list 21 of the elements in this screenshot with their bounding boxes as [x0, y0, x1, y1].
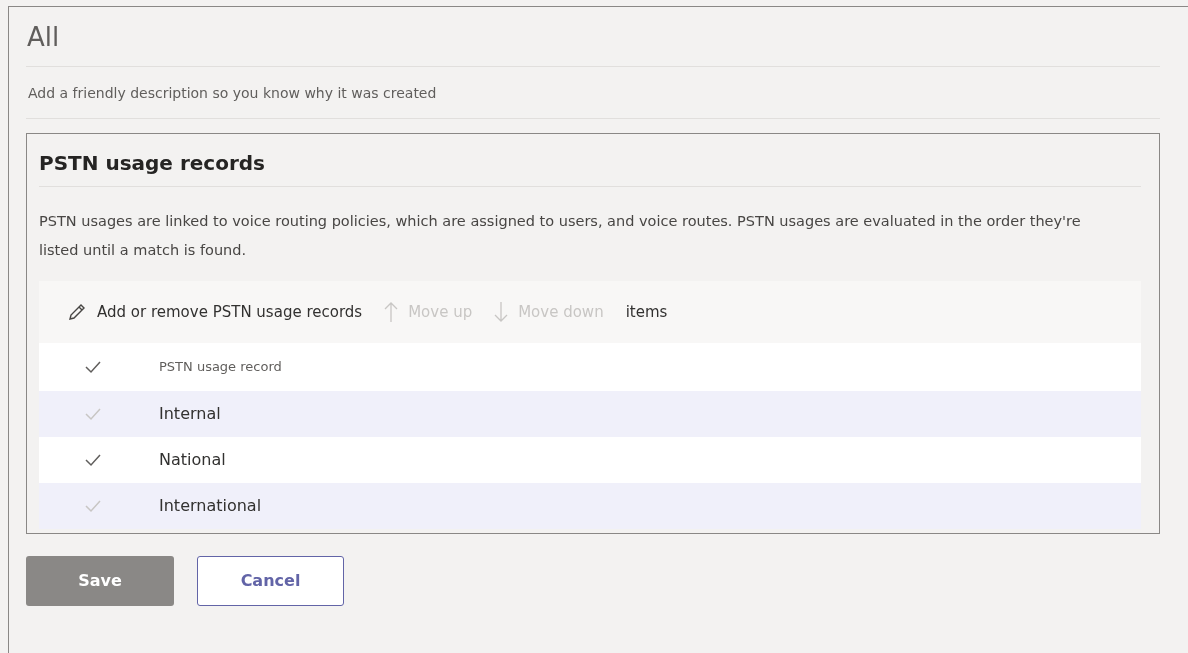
column-header: PSTN usage record: [159, 358, 282, 377]
pencil-icon: [67, 302, 87, 322]
edit-records-button[interactable]: Add or remove PSTN usage records: [67, 300, 363, 324]
items-label: items: [625, 301, 668, 323]
checkmark-icon: [84, 360, 102, 374]
table-cell-text: International: [159, 495, 262, 517]
arrow-up-icon: [384, 301, 399, 323]
section-title: PSTN usage records: [39, 148, 1141, 187]
table-cell-text: Internal: [159, 403, 221, 425]
description-field[interactable]: Add a friendly description so you know why it was created: [26, 67, 1160, 119]
section-description: PSTN usages are linked to voice routing policies, which are assigned to users, and voice routes. PSTN usages are evaluated in the order they're listed until a match is found.: [39, 212, 1082, 260]
table-row[interactable]: National: [39, 437, 1141, 483]
cancel-button[interactable]: Cancel: [197, 556, 344, 606]
checkmark-icon: [84, 407, 102, 421]
checkmark-icon: [84, 453, 102, 467]
table-row[interactable]: International: [39, 483, 1141, 529]
name-field[interactable]: All: [26, 7, 1160, 67]
checkmark-icon: [84, 499, 102, 513]
table-cell-text: National: [159, 449, 226, 471]
arrow-down-icon: [494, 301, 509, 323]
table-row[interactable]: Internal: [39, 391, 1141, 437]
